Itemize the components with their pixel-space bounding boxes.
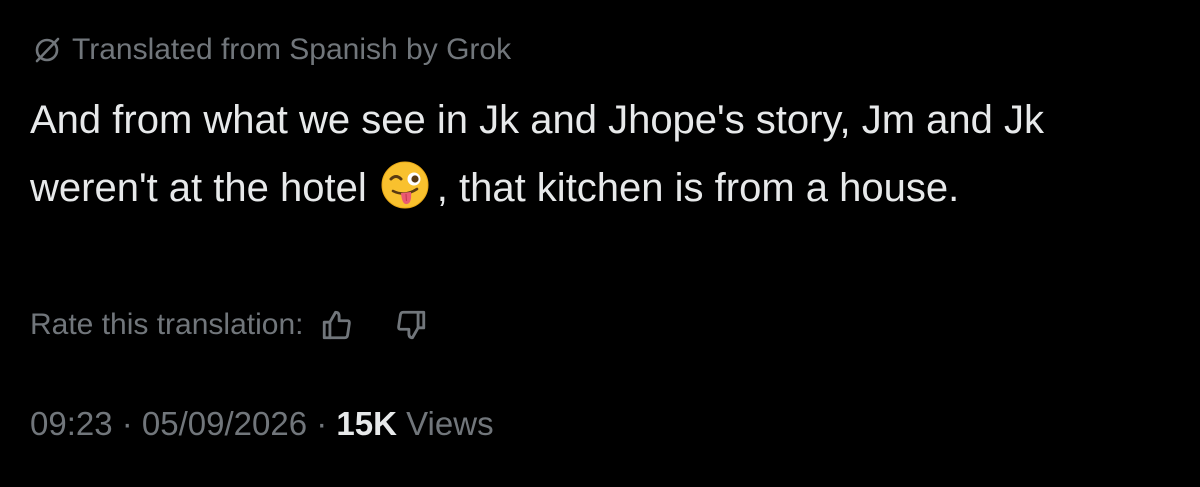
views-label: Views bbox=[406, 405, 494, 442]
thumbs-up-button[interactable] bbox=[315, 303, 359, 347]
winking-face-with-tongue-emoji bbox=[379, 159, 431, 211]
thumbs-up-icon bbox=[323, 310, 352, 340]
tweet-time[interactable]: 09:23 bbox=[30, 405, 113, 443]
rate-translation-label: Rate this translation: bbox=[30, 308, 304, 341]
meta-separator: · bbox=[112, 405, 142, 442]
tweet-meta: 09:23 · 05/09/2026 · 15K Views bbox=[30, 402, 494, 446]
views-space bbox=[397, 405, 406, 443]
translate-slash-icon bbox=[30, 33, 64, 67]
tweet-date[interactable]: 05/09/2026 bbox=[142, 405, 307, 443]
views-count: 15K bbox=[336, 405, 397, 442]
meta-separator: · bbox=[307, 405, 337, 442]
translation-notice-text: Translated from Spanish by Grok bbox=[72, 33, 512, 66]
thumbs-down-button[interactable] bbox=[389, 303, 433, 347]
tweet-text-part-2: , that kitchen is from a house. bbox=[436, 166, 960, 210]
rate-translation-row: Rate this translation: bbox=[30, 303, 433, 347]
translation-notice: Translated from Spanish by Grok bbox=[30, 30, 511, 70]
tweet-text: And from what we see in Jk and Jhope's s… bbox=[30, 86, 1180, 222]
thumbs-down-icon bbox=[397, 310, 426, 340]
